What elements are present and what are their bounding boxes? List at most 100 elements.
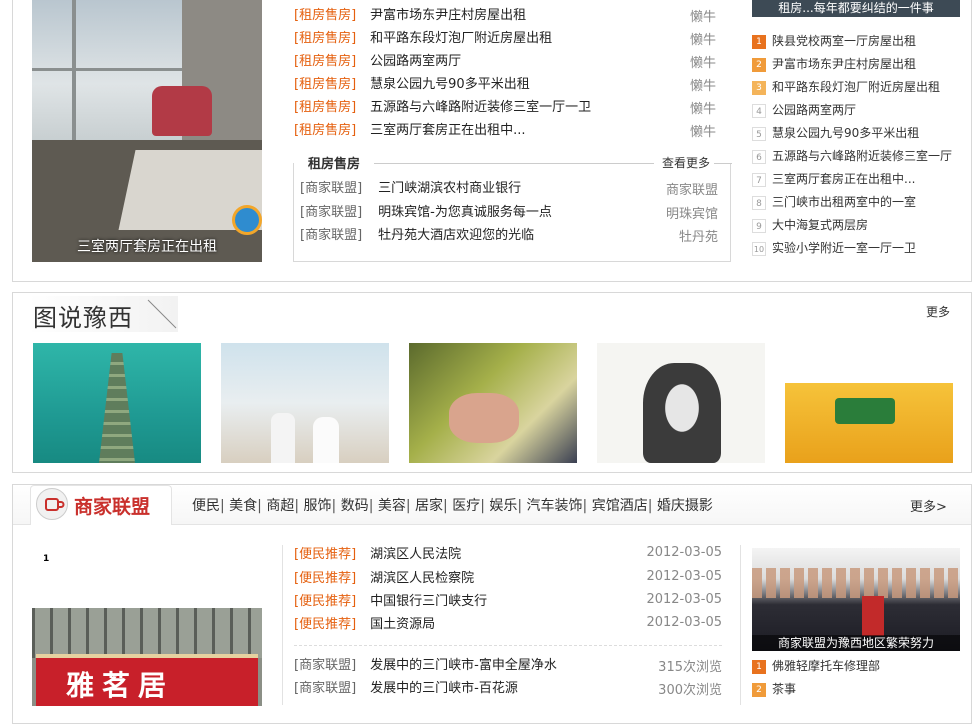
listing-title[interactable]: 三门峡湖滨农村商业银行 bbox=[378, 181, 521, 196]
category-link[interactable]: 美容 bbox=[378, 498, 406, 514]
rank-title[interactable]: 尹富市场东尹庄村房屋出租 bbox=[772, 57, 916, 71]
listing-author[interactable]: 懒牛 bbox=[690, 6, 716, 25]
rank-item[interactable]: 3 和平路东段灯泡厂附近房屋出租 bbox=[752, 76, 940, 98]
listing-author[interactable]: 懒牛 bbox=[690, 75, 716, 94]
category-tag[interactable]: [租房售房] bbox=[294, 77, 356, 92]
category-tag[interactable]: [租房售房] bbox=[294, 8, 356, 23]
rank-item[interactable]: 1 陕县党校两室一厅房屋出租 bbox=[752, 30, 916, 52]
list-item[interactable]: [租房售房] 三室两厅套房正在出租中... bbox=[294, 121, 526, 141]
listing-title[interactable]: 湖滨区人民法院 bbox=[370, 547, 461, 562]
rank-item[interactable]: 6 五源路与六峰路附近装修三室一厅 bbox=[752, 145, 952, 167]
rank-title[interactable]: 实验小学附近一室一厅一卫 bbox=[772, 241, 916, 255]
list-item[interactable]: [租房售房] 尹富市场东尹庄村房屋出租 bbox=[294, 6, 526, 26]
category-link[interactable]: 婚庆摄影 bbox=[657, 498, 713, 514]
rank-title[interactable]: 大中海复式两层房 bbox=[772, 218, 868, 232]
category-tag[interactable]: [商家联盟] bbox=[300, 205, 362, 220]
category-link[interactable]: 便民 bbox=[192, 498, 220, 514]
gallery-photo-baby[interactable] bbox=[409, 343, 577, 463]
list-item[interactable]: [租房售房] 五源路与六峰路附近装修三室一厅一卫 bbox=[294, 98, 591, 118]
subbox-more-link[interactable]: 查看更多 bbox=[662, 154, 710, 171]
list-item[interactable]: [租房售房] 公园路两室两厅 bbox=[294, 52, 461, 72]
listing-author[interactable]: 商家联盟 bbox=[666, 179, 718, 198]
list-item[interactable]: [商家联盟] 牡丹苑大酒店欢迎您的光临 bbox=[300, 226, 534, 246]
gallery-more-link[interactable]: 更多 bbox=[926, 303, 950, 320]
category-link[interactable]: 娱乐 bbox=[489, 498, 517, 514]
rank-title[interactable]: 五源路与六峰路附近装修三室一厅 bbox=[772, 149, 952, 163]
category-tag[interactable]: [租房售房] bbox=[294, 123, 356, 138]
listing-title[interactable]: 国土资源局 bbox=[370, 617, 435, 632]
category-tag[interactable]: [商家联盟] bbox=[300, 228, 362, 243]
team-photo[interactable]: 商家联盟为豫西地区繁荣努力 bbox=[752, 548, 960, 651]
category-tag[interactable]: [租房售房] bbox=[294, 54, 356, 69]
list-item[interactable]: [商家联盟] 明珠宾馆-为您真诚服务每一点 bbox=[300, 203, 552, 223]
listing-title[interactable]: 尹富市场东尹庄村房屋出租 bbox=[370, 8, 526, 23]
rank-title[interactable]: 三室两厅套房正在出租中... bbox=[772, 172, 915, 186]
listing-author[interactable]: 牡丹苑 bbox=[679, 226, 718, 245]
category-link[interactable]: 美食 bbox=[229, 498, 257, 514]
category-link[interactable]: 宾馆酒店 bbox=[592, 498, 648, 514]
rank-item[interactable]: 7 三室两厅套房正在出租中... bbox=[752, 168, 915, 190]
category-link[interactable]: 商超 bbox=[266, 498, 294, 514]
list-item[interactable]: [便民推荐] 湖滨区人民检察院 bbox=[294, 569, 474, 589]
category-tag[interactable]: [商家联盟] bbox=[294, 658, 356, 673]
list-item[interactable]: [商家联盟] 三门峡湖滨农村商业银行 bbox=[300, 179, 521, 199]
rank-title[interactable]: 佛雅轻摩托车修理部 bbox=[772, 659, 880, 673]
category-link[interactable]: 数码 bbox=[341, 498, 369, 514]
category-tag[interactable]: [租房售房] bbox=[294, 31, 356, 46]
right-promo-image[interactable]: 租房...每年都要纠结的一件事 bbox=[752, 0, 960, 17]
listing-title[interactable]: 发展中的三门峡市-百花源 bbox=[370, 681, 518, 696]
rank-title[interactable]: 慧泉公园九号90多平米出租 bbox=[772, 126, 919, 140]
rank-item[interactable]: 9 大中海复式两层房 bbox=[752, 214, 868, 236]
rank-title[interactable]: 公园路两室两厅 bbox=[772, 103, 856, 117]
rank-item[interactable]: 10 实验小学附近一室一厅一卫 bbox=[752, 237, 916, 259]
listing-author[interactable]: 懒牛 bbox=[690, 121, 716, 140]
listing-author[interactable]: 懒牛 bbox=[690, 29, 716, 48]
listing-title[interactable]: 发展中的三门峡市-富申全屋净水 bbox=[370, 658, 557, 673]
category-tag[interactable]: [便民推荐] bbox=[294, 547, 356, 562]
rank-item[interactable]: 4 公园路两室两厅 bbox=[752, 99, 856, 121]
featured-rental-photo[interactable]: 三室两厅套房正在出租 bbox=[32, 0, 262, 262]
list-item[interactable]: [商家联盟] 发展中的三门峡市-百花源 bbox=[294, 679, 518, 699]
category-link[interactable]: 汽车装饰 bbox=[527, 498, 583, 514]
listing-title[interactable]: 牡丹苑大酒店欢迎您的光临 bbox=[378, 228, 534, 243]
list-item[interactable]: [租房售房] 慧泉公园九号90多平米出租 bbox=[294, 75, 530, 95]
category-link[interactable]: 医疗 bbox=[452, 498, 480, 514]
category-tag[interactable]: [便民推荐] bbox=[294, 617, 356, 632]
rank-title[interactable]: 三门峡市出租两室中的一室 bbox=[772, 195, 916, 209]
gallery-photo-couple[interactable] bbox=[221, 343, 389, 463]
listing-title[interactable]: 明珠宾馆-为您真诚服务每一点 bbox=[378, 205, 552, 220]
listing-title[interactable]: 中国银行三门峡支行 bbox=[370, 594, 487, 609]
listing-title[interactable]: 和平路东段灯泡厂附近房屋出租 bbox=[370, 31, 552, 46]
category-tag[interactable]: [便民推荐] bbox=[294, 594, 356, 609]
category-tag[interactable]: [商家联盟] bbox=[300, 181, 362, 196]
list-item[interactable]: [商家联盟] 发展中的三门峡市-富申全屋净水 bbox=[294, 656, 557, 676]
carousel-page-number[interactable]: 1 bbox=[43, 554, 49, 564]
rank-title[interactable]: 和平路东段灯泡厂附近房屋出租 bbox=[772, 80, 940, 94]
rank-title[interactable]: 陕县党校两室一厅房屋出租 bbox=[772, 34, 916, 48]
listing-title[interactable]: 慧泉公园九号90多平米出租 bbox=[370, 77, 530, 92]
listing-title[interactable]: 三室两厅套房正在出租中... bbox=[370, 123, 525, 138]
category-link[interactable]: 服饰 bbox=[304, 498, 332, 514]
listing-author[interactable]: 明珠宾馆 bbox=[666, 203, 718, 222]
list-item[interactable]: [便民推荐] 国土资源局 bbox=[294, 615, 435, 635]
category-tag[interactable]: [便民推荐] bbox=[294, 571, 356, 586]
category-tag[interactable]: [租房售房] bbox=[294, 100, 356, 115]
list-item[interactable]: [租房售房] 和平路东段灯泡厂附近房屋出租 bbox=[294, 29, 552, 49]
listing-title[interactable]: 湖滨区人民检察院 bbox=[370, 571, 474, 586]
listing-author[interactable]: 懒牛 bbox=[690, 52, 716, 71]
shop-photo[interactable]: 雅茗居 bbox=[32, 608, 262, 706]
rank-item[interactable]: 5 慧泉公园九号90多平米出租 bbox=[752, 122, 919, 144]
rank-item[interactable]: 1 佛雅轻摩托车修理部 bbox=[752, 655, 880, 677]
category-link[interactable]: 居家 bbox=[415, 498, 443, 514]
listing-title[interactable]: 公园路两室两厅 bbox=[370, 54, 461, 69]
gallery-photo-pagoda[interactable] bbox=[33, 343, 201, 463]
merchant-more-link[interactable]: 更多> bbox=[910, 496, 947, 515]
listing-title[interactable]: 五源路与六峰路附近装修三室一厅一卫 bbox=[370, 100, 591, 115]
list-item[interactable]: [便民推荐] 湖滨区人民法院 bbox=[294, 545, 461, 565]
rank-item[interactable]: 8 三门峡市出租两室中的一室 bbox=[752, 191, 916, 213]
gallery-photo-rice-box[interactable] bbox=[785, 343, 960, 463]
rank-title[interactable]: 茶事 bbox=[772, 682, 796, 696]
category-tag[interactable]: [商家联盟] bbox=[294, 681, 356, 696]
listing-author[interactable]: 懒牛 bbox=[690, 98, 716, 117]
list-item[interactable]: [便民推荐] 中国银行三门峡支行 bbox=[294, 592, 487, 612]
